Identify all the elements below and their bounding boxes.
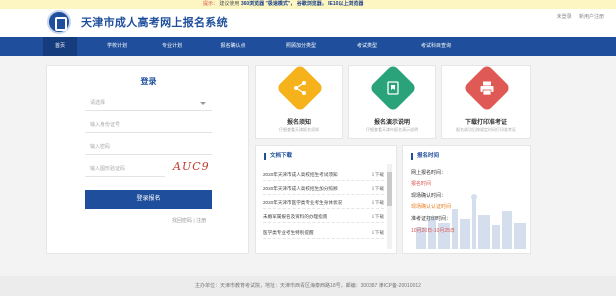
card-notice-sub: 仔细查看天津报名须知 [279,127,319,132]
onsite-confirm-value: 现场确认认证时间 [411,204,452,210]
download-title[interactable]: 未婚军属报名及资料的办理指南 [263,210,355,222]
online-report-value: 报名时间 [411,181,432,187]
card-demo-sub: 仔细查看天津市报名演示说明 [366,127,418,132]
download-title[interactable]: 2020年天津市成人高校招生考试须知 [263,168,355,180]
notice-ie: IE10以上浏览器 [328,1,364,7]
login-status-link[interactable]: 未登录 [557,14,572,20]
downloads-panel: 文档下载 2020年天津市成人高校招生考试须知 ⇩下载 2020年天津市成人高校招… [255,145,397,254]
nav-bonus-type[interactable]: 照顾加分类型 [272,37,330,56]
download-link[interactable]: ⇩下载 [371,226,384,238]
list-item[interactable]: 2020年天津市成人高校招生加分照顾 ⇩下载 [263,182,384,195]
nav-home[interactable]: 首页 [43,37,77,56]
card-demo-title: 报名演示说明 [373,120,410,126]
list-item[interactable]: 医学类专业考生特别提醒 ⇩下载 [263,226,384,239]
ticket-print-label: 准考证打印时间： [411,216,452,222]
captcha-image[interactable]: AUC9 [173,159,213,175]
register-link[interactable]: 新用户注册 [579,14,604,20]
report-time-panel: 报名时间 网上报名时间： 报名时间 现场确认时间： 现场确认认证时间 准考证打印… [402,145,531,254]
site-title: 天津市成人高考网上报名系统 [81,17,228,29]
onsite-confirm-label: 现场确认时间： [411,193,447,199]
download-link[interactable]: ⇩下载 [371,182,384,194]
forgot-password-link[interactable]: 找回密码 [172,218,192,224]
top-links: 未登录 新用户注册 [551,13,604,20]
card-demo[interactable]: 报名演示说明 仔细查看天津市报名演示说明 [348,63,436,139]
download-title[interactable]: 2020年天津市医学类专业考生身体状况 [263,196,355,208]
category-select[interactable]: 请选择 [85,96,212,111]
download-label: 下载 [374,200,384,205]
main-nav: 首页 学校计划 专业计划 报名确认点 照顾加分类型 考试类型 考试科目查询 [0,37,616,56]
card-print-sub: 报名成功后按规定时间打印准考证 [456,127,516,132]
login-button[interactable]: 登录报名 [85,190,212,209]
card-print[interactable]: 下载打印准考证 报名成功后按规定时间打印准考证 [441,63,531,139]
card-notice-title: 报名须知 [286,120,311,126]
downloads-scrollbar[interactable] [387,164,392,249]
download-title[interactable]: 医学类专业考生特别提醒 [263,226,355,238]
download-link[interactable]: ⇩下载 [371,210,384,222]
download-label: 下载 [374,230,384,235]
notice-prefix: 提示： [203,1,219,7]
nav-exam-subject[interactable]: 考试科目查询 [406,37,466,56]
downloads-title: 文档下载 [264,153,292,160]
category-select-value: 请选择 [90,100,106,106]
download-link[interactable]: ⇩下载 [371,196,384,208]
download-label: 下载 [374,186,384,191]
nav-confirm-site[interactable]: 报名确认点 [208,37,258,56]
online-report-label: 网上报名时间： [411,170,447,176]
report-time-title: 报名时间 [411,153,439,160]
id-number-input[interactable]: 输入身份证号 [85,118,212,133]
download-label: 下载 [374,172,384,177]
share-nodes-icon [275,63,325,113]
nav-school-plan[interactable]: 学校计划 [97,37,137,56]
list-item[interactable]: 2020年天津市医学类专业考生身体状况 ⇩下载 [263,196,384,209]
notice-browser: 360浏览器 [240,1,265,7]
login-links: 找回密码 | 注册 [172,217,206,224]
printer-icon [462,63,512,113]
captcha-input[interactable]: 输入图形验证码 [85,162,165,177]
card-notice[interactable]: 报名须知 仔细查看天津报名须知 [255,63,343,139]
download-label: 下载 [374,214,384,219]
list-item[interactable]: 2020年天津市成人高校招生考试须知 ⇩下载 [263,168,384,181]
flag-icon [368,63,418,113]
notice-chrome: 谷歌浏览器， [296,1,327,7]
site-header: 天津市成人高考网上报名系统 未登录 新用户注册 [0,9,616,37]
ticket-print-value: 10月20日-10月25日 [411,228,455,234]
notice-bar: 提示： 建议使用 360浏览器 "极速模式"， 谷歌浏览器， IE10以上浏览器 [0,0,616,9]
site-footer: 主办单位：天津市教育考试院，地址：天津市西青区海泰西路18号，邮编：300387… [0,276,616,296]
card-print-title: 下载打印准考证 [464,120,507,126]
notice-mode: "极速模式"， [265,1,296,7]
login-panel: 登录 请选择 输入身份证号 输入密码 输入图形验证码 AUC9 登录报名 找回密… [46,65,249,254]
chevron-down-icon [200,102,206,105]
login-title: 登录 [140,77,157,86]
list-item[interactable]: 未婚军属报名及资料的办理指南 ⇩下载 [263,210,384,223]
register-link-bottom[interactable]: 注册 [196,218,206,224]
download-link[interactable]: ⇩下载 [371,168,384,180]
scrollbar-thumb[interactable] [387,172,392,206]
nav-major-plan[interactable]: 专业计划 [152,37,192,56]
download-title[interactable]: 2020年天津市成人高校招生加分照顾 [263,182,355,194]
nav-exam-type[interactable]: 考试类型 [344,37,390,56]
notice-text: 建议使用 [219,1,240,7]
site-logo-icon [47,10,71,34]
password-input[interactable]: 输入密码 [85,140,212,155]
